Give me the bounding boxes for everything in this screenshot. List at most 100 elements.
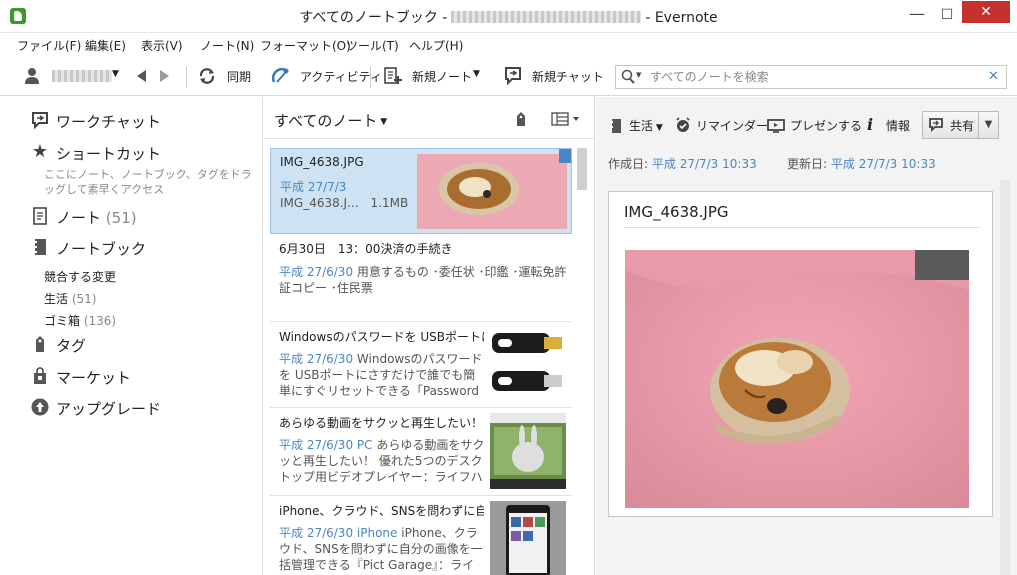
title-divider xyxy=(624,227,979,228)
created-date: 作成日: 平成 27/7/3 10:33 xyxy=(608,155,757,172)
tag-filter-icon[interactable] xyxy=(515,111,527,130)
created-label: 作成日: xyxy=(608,157,649,171)
new-chat-button[interactable]: 新規チャット xyxy=(532,68,604,85)
list-item[interactable]: Windowsのパスワードを USBポートにさ... 平成 27/6/30 Wi… xyxy=(270,322,572,408)
note-date: 平成 27/6/30 xyxy=(279,352,354,366)
note-snippet: 平成 27/6/30 Windowsのパスワードを USBポートにさすだけで誰で… xyxy=(279,351,485,399)
notebook-icon xyxy=(610,118,622,137)
search-icon xyxy=(621,69,635,88)
list-item[interactable]: あらゆる動画をサクッと再生したい！ 優... 平成 27/6/30 PC あらゆ… xyxy=(270,408,572,496)
note-editor[interactable]: IMG_4638.JPG xyxy=(608,191,993,517)
shortcuts-hint: ここにノート、ノートブック、タグをドラッグして素早くアクセス xyxy=(44,168,252,196)
note-snippet: 平成 27/6/30 PC あらゆる動画をサクッと再生したい！ 優れた5つのデス… xyxy=(279,437,485,485)
menu-note[interactable]: ノート(N) xyxy=(200,37,254,54)
note-date: 平成 27/6/30 xyxy=(279,438,354,452)
new-note-icon[interactable] xyxy=(383,66,403,89)
present-button[interactable]: プレゼンする xyxy=(790,117,862,134)
sidebar-item-trash[interactable]: ゴミ箱 (136) xyxy=(44,312,116,329)
note-tag: PC xyxy=(356,438,373,452)
note-tag: iPhone xyxy=(356,526,398,540)
menu-file[interactable]: ファイル(F) xyxy=(17,37,81,54)
share-chat-icon xyxy=(929,118,943,135)
forward-arrow-icon[interactable] xyxy=(159,69,171,86)
note-list-divider xyxy=(264,138,594,139)
menu-format[interactable]: フォーマット(O) xyxy=(260,37,351,54)
updated-date: 更新日: 平成 27/7/3 10:33 xyxy=(787,155,936,172)
share-dropdown-icon[interactable]: ▼ xyxy=(978,111,999,139)
menu-help[interactable]: ヘルプ(H) xyxy=(409,37,463,54)
sidebar-item-work-chat[interactable]: ワークチャット xyxy=(56,111,161,132)
updated-value[interactable]: 平成 27/7/3 10:33 xyxy=(831,157,936,171)
note-title-field[interactable]: IMG_4638.JPG xyxy=(624,203,729,221)
created-value[interactable]: 平成 27/7/3 10:33 xyxy=(652,157,757,171)
sync-button[interactable]: 同期 xyxy=(227,68,251,85)
note-thumbnail xyxy=(417,154,567,229)
note-title: あらゆる動画をサクッと再生したい！ 優... xyxy=(279,416,484,430)
clear-search-icon[interactable]: ✕ xyxy=(988,69,999,84)
share-label: 共有 xyxy=(950,119,975,133)
maximize-button[interactable]: ☐ xyxy=(932,4,962,26)
note-snippet: 平成 27/6/30 用意するもの ･委任状 ･印鑑 ･運転免許証コピー ･住民… xyxy=(279,264,569,296)
account-icon[interactable] xyxy=(24,67,40,88)
menu-tools[interactable]: ツール(T) xyxy=(346,37,399,54)
sidebar-item-shortcuts[interactable]: ショートカット xyxy=(56,143,161,164)
notebook-name: 生活 xyxy=(629,119,654,133)
note-title: Windowsのパスワードを USBポートにさ... xyxy=(279,330,484,344)
account-dropdown-icon[interactable]: ▼ xyxy=(112,69,119,79)
detail-scrollbar[interactable] xyxy=(1000,180,1010,575)
reminder-button[interactable]: リマインダー xyxy=(696,117,768,134)
sidebar-item-conflicts[interactable]: 競合する変更 xyxy=(44,268,116,285)
note-list: すべてのノート ▼ IMG_4638.JPG 平成 27/7/3 IMG_463… xyxy=(264,97,595,575)
toolbar-divider xyxy=(186,66,187,88)
redacted-username[interactable] xyxy=(52,70,112,82)
sidebar-item-upgrade[interactable]: アップグレード xyxy=(56,398,161,419)
info-button[interactable]: 情報 xyxy=(886,117,910,134)
sync-icon[interactable] xyxy=(198,67,216,88)
new-chat-icon[interactable] xyxy=(504,66,522,89)
view-options-icon[interactable] xyxy=(551,112,581,129)
search-input[interactable] xyxy=(650,69,980,85)
back-arrow-icon[interactable] xyxy=(135,69,147,86)
list-item[interactable]: iPhone、クラウド、SNSを問わずに自分... 平成 27/6/30 iPh… xyxy=(270,496,572,575)
sidebar-item-notebooks[interactable]: ノートブック xyxy=(56,238,146,259)
note-thumbnail xyxy=(490,501,566,575)
note-list-scrollbar[interactable] xyxy=(577,148,587,190)
note-list-header[interactable]: すべてのノート ▼ xyxy=(274,110,387,131)
window-title: すべてのノートブック - - Evernote xyxy=(0,7,1017,27)
close-button[interactable]: ✕ xyxy=(962,1,1010,23)
notebook-icon xyxy=(31,238,49,256)
menu-edit[interactable]: 編集(E) xyxy=(85,37,126,54)
note-snippet: IMG_4638.J... 1.1MB xyxy=(280,196,409,210)
info-icon: i xyxy=(867,115,874,134)
note-date: 平成 27/7/3 xyxy=(280,180,347,194)
window-title-suffix: - Evernote xyxy=(645,10,718,26)
note-card-selected[interactable]: IMG_4638.JPG 平成 27/7/3 IMG_4638.J... 1.1… xyxy=(270,148,572,234)
updated-label: 更新日: xyxy=(787,157,828,171)
sidebar-trash-count: (136) xyxy=(83,314,117,328)
sidebar-item-life[interactable]: 生活 (51) xyxy=(44,290,96,307)
note-thumbnail xyxy=(490,327,566,403)
notebook-selector[interactable]: 生活 ▼ xyxy=(629,117,663,134)
new-note-button[interactable]: 新規ノート xyxy=(412,68,472,85)
list-item[interactable]: 6月30日 13：00決済の手続き 平成 27/6/30 用意するもの ･委任状… xyxy=(270,234,572,322)
minimize-button[interactable]: — xyxy=(902,4,932,26)
sidebar-notes-label: ノート xyxy=(56,209,102,227)
window-title-prefix: すべてのノートブック - xyxy=(299,10,448,26)
menu-view[interactable]: 表示(V) xyxy=(141,37,183,54)
notebook-dropdown-icon: ▼ xyxy=(653,123,663,133)
note-image[interactable] xyxy=(625,250,969,508)
note-snippet: 平成 27/6/30 iPhone iPhone、クラウド、SNSを問わずに自分… xyxy=(279,525,485,573)
sidebar-item-tags[interactable]: タグ xyxy=(56,335,86,356)
sidebar-item-notes[interactable]: ノート (51) xyxy=(56,207,137,228)
search-box[interactable]: ▼ ✕ xyxy=(615,65,1007,89)
new-note-dropdown-icon[interactable]: ▼ xyxy=(473,69,480,79)
market-bag-icon xyxy=(31,367,49,385)
note-title: 6月30日 13：00決済の手続き xyxy=(279,242,453,256)
note-date: 平成 27/6/30 xyxy=(279,526,354,540)
sidebar-item-market[interactable]: マーケット xyxy=(56,367,131,388)
toolbar-divider xyxy=(370,66,371,88)
activity-satellite-icon[interactable] xyxy=(271,66,291,89)
note-title: IMG_4638.JPG xyxy=(280,155,364,169)
note-icon xyxy=(31,207,49,225)
search-scope-dropdown-icon[interactable]: ▼ xyxy=(636,71,641,79)
